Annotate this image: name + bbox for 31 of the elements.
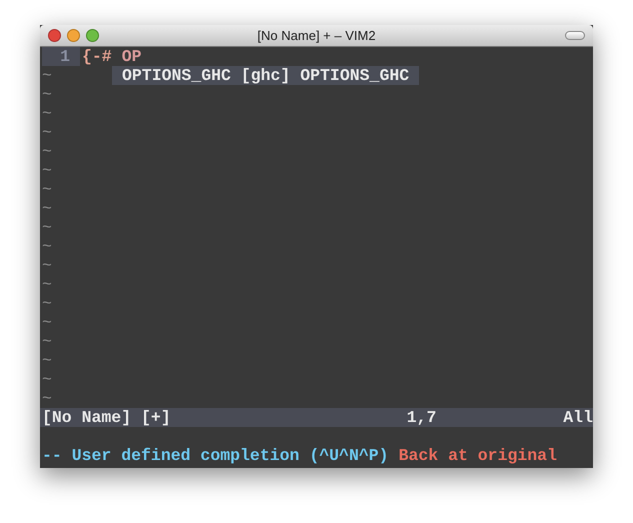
- tilde-marker: ~: [42, 123, 52, 142]
- code-line: {-# OP: [81, 47, 142, 66]
- tilde-marker: ~: [42, 256, 52, 275]
- status-scroll: All: [563, 408, 593, 427]
- minimize-button[interactable]: [67, 29, 80, 42]
- tilde-marker: ~: [42, 351, 52, 370]
- tilde-marker: ~: [42, 237, 52, 256]
- tilde-marker: ~: [42, 199, 52, 218]
- close-button[interactable]: [48, 29, 61, 42]
- tilde-marker: ~: [42, 275, 52, 294]
- toolbar-toggle-button[interactable]: [565, 31, 585, 40]
- tilde-marker: ~: [42, 218, 52, 237]
- window-title: [No Name] + – VIM2: [257, 26, 376, 45]
- zoom-button[interactable]: [86, 29, 99, 42]
- tilde-marker: ~: [42, 85, 52, 104]
- tilde-marker: ~: [42, 313, 52, 332]
- status-file: [No Name] [+]: [42, 408, 171, 427]
- tilde-marker: ~: [42, 104, 52, 123]
- tilde-marker: ~: [42, 389, 52, 408]
- mode-message: -- User defined completion (^U^N^P): [42, 446, 389, 465]
- completion-note: Back at original: [398, 446, 557, 465]
- tilde-marker: ~: [42, 66, 52, 85]
- tilde-marker: ~: [42, 180, 52, 199]
- status-position: 1,7: [406, 408, 436, 427]
- tilde-marker: ~: [42, 161, 52, 180]
- tilde-marker: ~: [42, 370, 52, 389]
- completion-item[interactable]: OPTIONS_GHC [ghc] OPTIONS_GHC: [112, 66, 420, 85]
- line-number: 1: [42, 47, 80, 66]
- tilde-marker: ~: [42, 142, 52, 161]
- tilde-marker: ~: [42, 294, 52, 313]
- tilde-marker: ~: [42, 332, 52, 351]
